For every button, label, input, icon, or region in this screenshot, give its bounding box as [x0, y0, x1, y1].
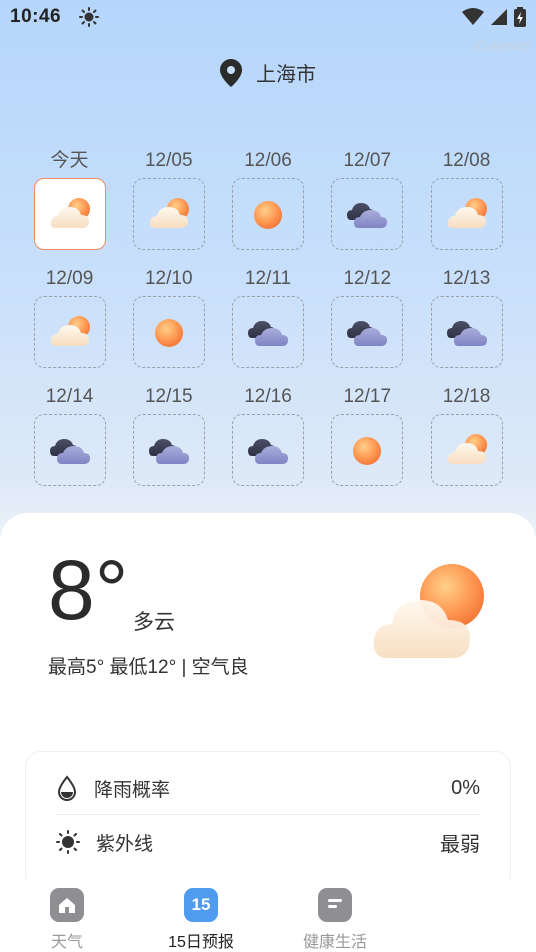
tab-health[interactable]: 健康生活: [285, 888, 385, 952]
forecast-day-label: 12/11: [244, 268, 292, 289]
sunny-icon: [154, 319, 183, 347]
forecast-day[interactable]: 12/15: [121, 384, 216, 486]
tab-health-label: 健康生活: [302, 934, 367, 951]
forecast-day-box[interactable]: [232, 178, 304, 250]
partly-cloudy-icon: [447, 198, 487, 228]
forecast-day[interactable]: 12/17: [320, 384, 415, 486]
tab-15-day-label: 15日预报: [168, 934, 234, 951]
forecast-day-box[interactable]: [132, 178, 205, 250]
forecast-day[interactable]: 12/10: [121, 266, 216, 368]
forecast-day-label: 12/12: [343, 268, 392, 289]
cloudy-icon: [248, 321, 288, 346]
forecast-day-box[interactable]: [232, 296, 304, 368]
forecast-day-label: 12/18: [442, 386, 491, 407]
status-bar: 10:46: [0, 0, 536, 36]
forecast-day-box[interactable]: [132, 414, 205, 486]
sunny-icon: [353, 437, 382, 465]
forecast-day[interactable]: 12/09: [22, 266, 117, 368]
uv-value: 最弱: [440, 833, 480, 856]
cloudy-icon: [148, 439, 189, 464]
forecast-day[interactable]: 今天: [22, 148, 117, 250]
forecast-day[interactable]: 12/13: [419, 266, 514, 368]
forecast-day-box[interactable]: [430, 296, 503, 368]
forecast-day-box[interactable]: [430, 414, 503, 486]
wifi-icon: [462, 8, 484, 25]
forecast-day-box[interactable]: [331, 178, 404, 250]
water-drop-icon: [57, 775, 77, 801]
temperature-range: 最高5° 最低12° | 空气良: [48, 657, 249, 678]
rain-probability-value: 0%: [451, 776, 480, 799]
forecast-day-box[interactable]: [331, 414, 404, 486]
forecast-day-box[interactable]: [33, 178, 106, 250]
tab-15-day[interactable]: 15 15日预报: [151, 888, 251, 952]
forecast-day[interactable]: 12/14: [22, 384, 117, 486]
uv-label: 紫外线: [96, 833, 154, 855]
forecast-day-box[interactable]: [33, 296, 106, 368]
forecast-day-label: 12/14: [45, 386, 94, 407]
forecast-row: 12/09 12/10 12/11 12/12 12/13: [22, 266, 514, 368]
forecast-day-label: 12/10: [144, 268, 193, 289]
forecast-day[interactable]: 12/08: [419, 148, 514, 250]
forecast-day-label: 12/07: [343, 150, 392, 171]
current-temperature: 8°: [48, 543, 129, 637]
rain-probability-row: 降雨概率 0%: [56, 760, 480, 816]
tab-badge: 15: [191, 895, 211, 914]
notes-icon: [318, 888, 352, 922]
cloudy-icon: [49, 439, 90, 464]
signal-icon: [491, 9, 507, 25]
forecast-day-label: 今天: [50, 150, 89, 171]
uv-row: 紫外线 最弱: [56, 814, 480, 870]
forecast-day[interactable]: 12/07: [320, 148, 415, 250]
cloudy-icon: [248, 439, 288, 464]
bottom-tab-bar: 天气 15 15日预报 健康生活: [0, 880, 536, 952]
forecast-day[interactable]: 12/12: [320, 266, 415, 368]
battery-icon: [514, 7, 526, 27]
sun-icon: [56, 830, 80, 854]
status-time: 10:46: [10, 6, 62, 27]
tab-weather[interactable]: 天气: [17, 888, 117, 952]
partly-cloudy-icon: [447, 434, 487, 464]
cloudy-icon: [347, 203, 388, 228]
sun-status-icon: [79, 7, 99, 27]
calendar-15-icon: 15: [184, 888, 218, 922]
cloudy-icon: [347, 321, 388, 346]
forecast-day[interactable]: 12/06: [221, 148, 316, 250]
forecast-row: 12/14 12/15 12/16 12/17 12/18: [22, 384, 514, 486]
tab-weather-label: 天气: [50, 934, 83, 951]
forecast-day[interactable]: 12/16: [221, 384, 316, 486]
forecast-day-box[interactable]: [430, 178, 503, 250]
forecast-day-label: 12/08: [442, 150, 491, 171]
home-icon: [50, 888, 84, 922]
sunny-icon: [254, 201, 282, 229]
forecast-day[interactable]: 12/05: [121, 148, 216, 250]
rain-probability-label: 降雨概率: [94, 779, 171, 801]
current-condition: 多云: [133, 611, 175, 634]
details-card: 降雨概率 0% 紫外线 最弱: [25, 751, 511, 891]
forecast-day[interactable]: 12/18: [419, 384, 514, 486]
forecast-day-label: 12/06: [244, 150, 292, 171]
forecast-day-box[interactable]: [331, 296, 404, 368]
forecast-row: 今天 12/05 12/06 12/07 12/08: [22, 148, 514, 250]
forecast-day-label: 12/16: [244, 386, 292, 407]
forecast-day-box[interactable]: [232, 414, 304, 486]
partly-cloudy-icon: [50, 316, 90, 346]
city-name: 上海市: [256, 64, 316, 86]
location-pin-icon: [220, 58, 242, 87]
app-id-label: ID:6bf845: [473, 39, 530, 54]
forecast-day-label: 12/05: [144, 150, 193, 171]
forecast-day-label: 12/09: [45, 268, 94, 289]
forecast-day-label: 12/15: [144, 386, 193, 407]
system-icons: [462, 7, 526, 27]
location-header[interactable]: 上海市: [0, 58, 536, 87]
cloudy-icon: [446, 321, 487, 346]
forecast-day-label: 12/13: [442, 268, 491, 289]
forecast-day-box[interactable]: [132, 296, 205, 368]
forecast-day-label: 12/17: [343, 386, 392, 407]
forecast-day[interactable]: 12/11: [221, 266, 316, 368]
forecast-day-box[interactable]: [33, 414, 106, 486]
partly-cloudy-large-icon: [373, 564, 484, 658]
partly-cloudy-icon: [149, 198, 189, 228]
partly-cloudy-icon: [50, 198, 90, 228]
forecast-grid: 今天 12/05 12/06 12/07 12/08 12/09 12/10 12/11 12/…: [22, 148, 514, 502]
